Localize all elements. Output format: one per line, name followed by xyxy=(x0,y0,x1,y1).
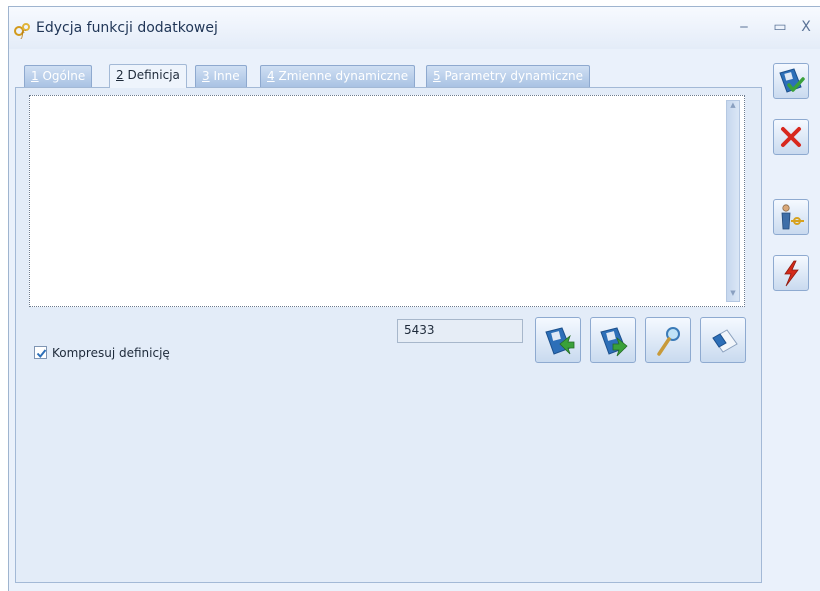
tab-other[interactable]: 3 Inne xyxy=(195,65,247,87)
tab-definition[interactable]: 2 Definicja xyxy=(109,64,187,88)
tab-dynamic-parameters[interactable]: 5 Parametry dynamiczne xyxy=(426,65,591,87)
red-x-icon xyxy=(781,127,801,147)
export-definition-button[interactable] xyxy=(590,317,636,363)
magnifier-icon xyxy=(657,327,680,356)
save-button[interactable] xyxy=(773,63,809,99)
compress-label: Kompresuj definicję xyxy=(52,346,170,360)
title-bar[interactable]: f Edycja funkcji dodatkowej ‒ ▭ X xyxy=(9,7,820,49)
tab-label: Ogólne xyxy=(42,69,86,83)
tab-label: Definicja xyxy=(127,68,180,82)
tab-general[interactable]: 1 Ogólne xyxy=(24,65,93,87)
compress-checkbox[interactable] xyxy=(34,346,47,359)
cancel-button[interactable] xyxy=(773,119,809,155)
minimize-button[interactable]: ‒ xyxy=(735,17,753,37)
window-title: Edycja funkcji dodatkowej xyxy=(36,20,218,36)
lightning-icon xyxy=(784,260,799,287)
execute-button[interactable] xyxy=(773,255,809,291)
maximize-button[interactable]: ▭ xyxy=(771,17,789,37)
preview-definition-button[interactable] xyxy=(645,317,691,363)
tab-label: Zmienne dynamiczne xyxy=(278,69,409,83)
scroll-down-icon[interactable]: ▼ xyxy=(727,289,739,301)
function-gear-icon: f xyxy=(13,19,33,40)
tab-number: 4 xyxy=(267,69,275,83)
tab-number: 3 xyxy=(202,69,210,83)
svg-text:f: f xyxy=(20,30,26,39)
dialog-window: f Edycja funkcji dodatkowej ‒ ▭ X 1 Ogól… xyxy=(8,6,820,591)
floppy-import-icon xyxy=(545,327,575,355)
eraser-icon xyxy=(712,329,738,353)
scroll-up-icon[interactable]: ▲ xyxy=(727,101,739,113)
checkmark-icon xyxy=(36,349,47,359)
tab-label: Parametry dynamiczne xyxy=(444,69,584,83)
floppy-export-icon xyxy=(600,327,628,357)
definition-size-field: 5433 xyxy=(397,319,523,343)
tab-number: 1 xyxy=(31,69,39,83)
definition-textarea[interactable]: ▲ ▼ xyxy=(29,95,745,307)
tab-dynamic-variables[interactable]: 4 Zmienne dynamiczne xyxy=(260,65,416,87)
tab-number: 2 xyxy=(116,68,124,82)
tab-number: 5 xyxy=(433,69,441,83)
close-button[interactable]: X xyxy=(797,17,815,37)
user-permissions-button[interactable] xyxy=(773,199,809,235)
user-key-icon xyxy=(781,204,804,230)
clear-definition-button[interactable] xyxy=(700,317,746,363)
import-definition-button[interactable] xyxy=(535,317,581,363)
definition-scrollbar[interactable]: ▲ ▼ xyxy=(726,100,740,302)
floppy-check-icon xyxy=(779,68,805,93)
tab-label: Inne xyxy=(213,69,240,83)
